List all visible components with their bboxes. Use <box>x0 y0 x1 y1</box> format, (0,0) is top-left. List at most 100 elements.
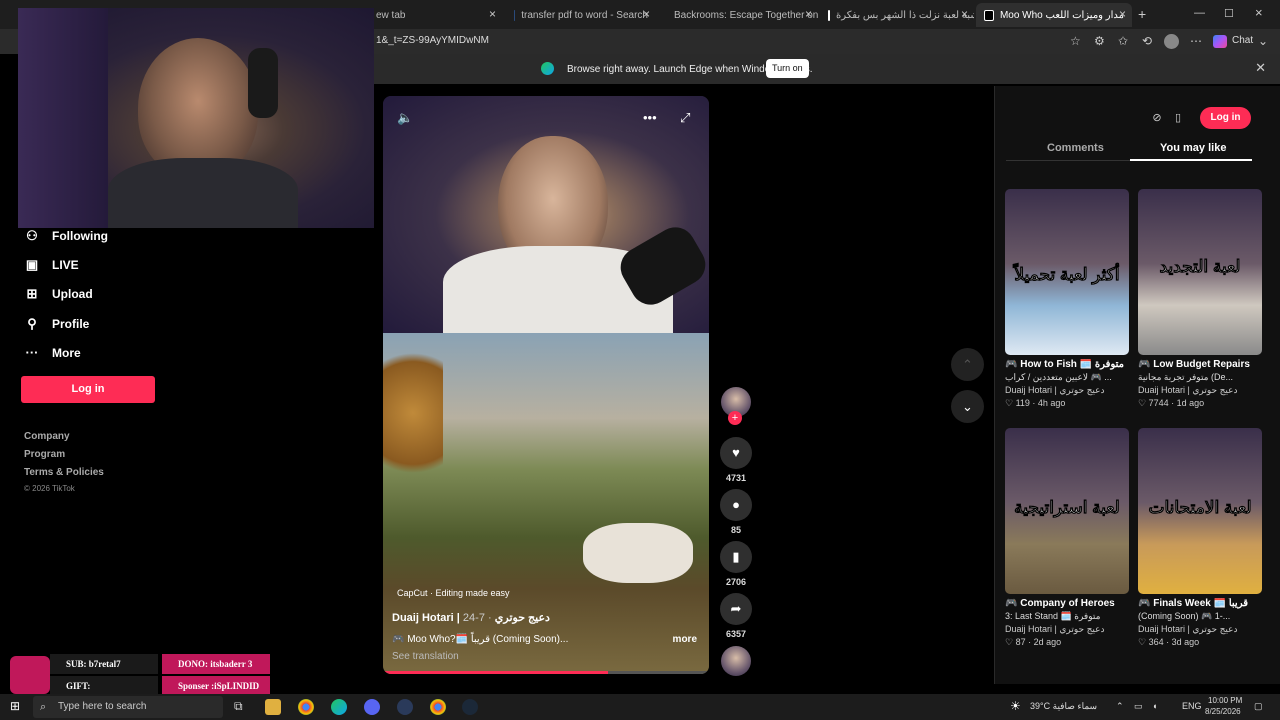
chrome-icon[interactable] <box>298 699 314 715</box>
footer-link-program[interactable]: Program <box>24 449 65 460</box>
tab-tiktok-1[interactable]: تشبه لعبة نزلت ذا الشهر بس بفكرة × <box>820 3 974 27</box>
capcut-tag[interactable]: CapCut · Editing made easy <box>397 588 510 598</box>
save-action[interactable]: ▮ 2706 <box>719 541 753 587</box>
video-thumbnail[interactable]: لعبة الامتحانات <box>1138 428 1262 594</box>
like-action[interactable]: ♥ 4731 <box>719 437 753 483</box>
window-close-icon[interactable]: × <box>1255 5 1263 20</box>
weather-text[interactable]: 39°C سماء صافية <box>1030 701 1097 712</box>
history-icon[interactable]: ⟲ <box>1142 34 1152 48</box>
minimize-icon[interactable]: — <box>1194 7 1205 19</box>
edge-icon <box>541 62 554 75</box>
footer-link-company[interactable]: Company <box>24 431 70 442</box>
video-card[interactable]: لعبة التجديد 🎮 Low Budget Repairs متوفر … <box>1138 189 1262 409</box>
compass-icon[interactable]: ⊘ <box>1146 107 1168 129</box>
tab-you-may-like[interactable]: You may like <box>1160 142 1226 154</box>
close-icon[interactable]: × <box>489 7 496 21</box>
music-disc[interactable] <box>719 646 753 676</box>
clock-date[interactable]: 8/25/2026 <box>1205 707 1241 716</box>
taskbar-search[interactable]: ⌕ Type here to search <box>33 696 223 718</box>
favorites-icon[interactable]: ✩ <box>1118 34 1128 48</box>
favorite-star-icon[interactable]: ☆ <box>1070 34 1081 48</box>
follow-plus-icon[interactable]: + <box>728 411 742 425</box>
task-view-icon[interactable]: ⧉ <box>234 699 243 714</box>
weather-icon[interactable]: ☀ <box>1010 699 1021 713</box>
chevron-down-icon[interactable]: ⌄ <box>1258 34 1268 48</box>
maximize-icon[interactable]: ☐ <box>1224 7 1234 20</box>
mute-icon[interactable]: 🔈 <box>397 110 413 126</box>
card-author[interactable]: Duaij Hotari | دعيج حوتري <box>1005 385 1129 396</box>
card-title[interactable]: 🎮 Finals Week 🗓️ قريباً <box>1138 598 1262 609</box>
extensions-icon[interactable]: ⚙ <box>1094 34 1105 48</box>
url-field[interactable]: 1&_t=ZS-99AyYMIDwNM <box>376 35 489 46</box>
card-title[interactable]: 🎮 Company of Heroes <box>1005 598 1129 609</box>
discord-icon[interactable] <box>364 699 380 715</box>
edge-taskbar-icon[interactable] <box>331 699 347 715</box>
comment-action[interactable]: ● 85 <box>719 489 753 535</box>
chrome-icon-2[interactable] <box>430 699 446 715</box>
file-explorer-icon[interactable] <box>265 699 281 715</box>
profile-avatar-icon[interactable] <box>1164 34 1179 49</box>
see-translation-link[interactable]: See translation <box>392 651 459 662</box>
video-author[interactable]: Duaij Hotari | دعيج حوتري · 7-24 <box>392 611 550 624</box>
music-disc-icon[interactable] <box>721 646 751 676</box>
network-icon[interactable]: ▭ <box>1134 701 1143 712</box>
card-author[interactable]: Duaij Hotari | دعيج حوتري <box>1138 385 1262 396</box>
clock-time[interactable]: 10:00 PM <box>1208 696 1242 705</box>
sidebar-item-live[interactable]: ▣ LIVE <box>24 257 79 273</box>
share-icon[interactable]: ➦ <box>720 593 752 625</box>
heart-icon[interactable]: ♥ <box>720 437 752 469</box>
card-author[interactable]: Duaij Hotari | دعيج حوتري <box>1005 624 1129 635</box>
more-options-icon[interactable]: ••• <box>643 110 657 125</box>
copilot-icon[interactable] <box>1213 35 1227 48</box>
bookmark-icon[interactable]: ▮ <box>720 541 752 573</box>
close-icon[interactable]: × <box>643 7 650 21</box>
tab-tiktok-active[interactable]: Moo Who مدار وميزات اللعب × <box>976 3 1132 27</box>
sidebar-item-following[interactable]: ⚇ Following <box>24 228 108 244</box>
new-tab-icon[interactable]: + <box>1138 6 1146 22</box>
close-icon[interactable]: ✕ <box>1255 60 1266 76</box>
turn-on-button[interactable]: Turn on <box>766 59 809 78</box>
close-icon[interactable]: × <box>805 7 812 21</box>
video-card[interactable]: أكثر لعبة تحميلاً 🎮 How to Fish 🗓️ متوفر… <box>1005 189 1129 409</box>
fullscreen-icon[interactable]: ⤢ <box>680 110 690 126</box>
comment-icon[interactable]: ● <box>720 489 752 521</box>
video-thumbnail[interactable]: لعبة التجديد <box>1138 189 1262 355</box>
video-card[interactable]: لعبة استراتيجية 🎮 Company of Heroes 3: L… <box>1005 428 1129 648</box>
card-author[interactable]: Duaij Hotari | دعيج حوتري <box>1138 624 1262 635</box>
video-card[interactable]: لعبة الامتحانات 🎮 Finals Week 🗓️ قريباً … <box>1138 428 1262 648</box>
chat-button[interactable]: Chat <box>1232 35 1253 46</box>
tab-search[interactable]: transfer pdf to word - Search × <box>506 3 656 27</box>
sidebar-item-upload[interactable]: ⊞ Upload <box>24 286 93 302</box>
creator-avatar[interactable]: + <box>719 387 753 425</box>
tab-new-tab[interactable]: ew tab × <box>368 3 502 27</box>
tray-chevron-up-icon[interactable]: ⌃ <box>1116 701 1124 712</box>
menu-dots-icon[interactable]: ⋯ <box>1190 34 1202 48</box>
login-button-top[interactable]: Log in <box>1200 107 1251 129</box>
sidebar-item-profile[interactable]: ⚲ Profile <box>24 316 89 332</box>
previous-video-chevron-up-icon[interactable]: ⌃ <box>951 348 984 381</box>
windows-start-icon[interactable]: ⊞ <box>10 699 20 713</box>
app-icon[interactable] <box>397 699 413 715</box>
alert-sub: SUB: b7retal7 <box>50 654 158 674</box>
more-button[interactable]: more <box>673 634 697 645</box>
card-title[interactable]: 🎮 How to Fish 🗓️ متوفرة <box>1005 359 1129 370</box>
video-thumbnail[interactable]: أكثر لعبة تحميلاً <box>1005 189 1129 355</box>
footer-link-terms[interactable]: Terms & Policies <box>24 467 104 478</box>
close-icon[interactable]: × <box>1119 7 1126 21</box>
steam-icon[interactable] <box>462 699 478 715</box>
login-button[interactable]: Log in <box>21 376 155 403</box>
video-player[interactable]: 🔈 ••• ⤢ CapCut · Editing made easy Duaij… <box>383 96 709 674</box>
tab-steam[interactable]: Backrooms: Escape Together on × <box>660 3 818 27</box>
share-action[interactable]: ➦ 6357 <box>719 593 753 639</box>
close-icon[interactable]: × <box>961 7 968 21</box>
notification-icon[interactable]: ▢ <box>1254 701 1263 712</box>
volume-icon[interactable]: ◖ <box>1152 701 1157 711</box>
language-indicator[interactable]: ENG <box>1182 701 1202 711</box>
device-icon[interactable]: ▯ <box>1167 107 1189 129</box>
card-title[interactable]: 🎮 Low Budget Repairs <box>1138 359 1262 370</box>
video-progress-bar[interactable] <box>383 671 709 674</box>
tab-comments[interactable]: Comments <box>1047 142 1104 154</box>
sidebar-item-more[interactable]: ··· More <box>24 345 81 360</box>
video-thumbnail[interactable]: لعبة استراتيجية <box>1005 428 1129 594</box>
next-video-chevron-down-icon[interactable]: ⌄ <box>951 390 984 423</box>
